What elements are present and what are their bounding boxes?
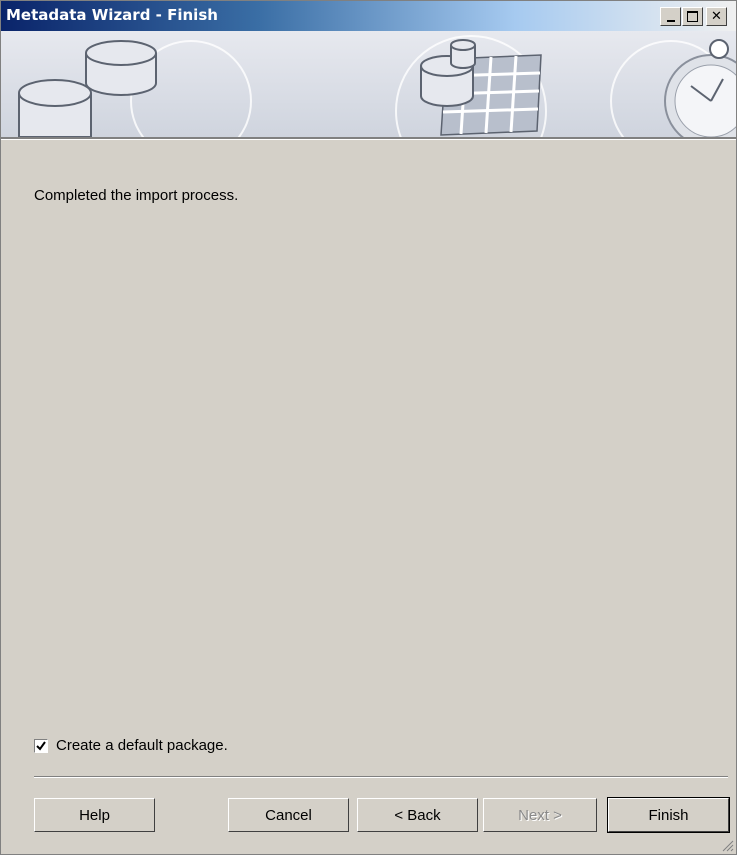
default-package-option[interactable]: Create a default package. [34, 737, 228, 754]
resize-grip-icon[interactable] [722, 840, 734, 852]
minimize-icon [666, 19, 675, 22]
metadata-wizard-window: Metadata Wizard - Finish ✕ Completed the… [0, 0, 737, 855]
title-bar[interactable]: Metadata Wizard - Finish ✕ [1, 1, 736, 31]
maximize-icon [687, 11, 698, 22]
cancel-button[interactable]: Cancel [228, 798, 349, 832]
clock-icon [664, 39, 736, 148]
default-package-checkbox[interactable] [34, 738, 48, 753]
checkmark-icon [36, 740, 46, 751]
close-icon: ✕ [711, 9, 722, 24]
window-title: Metadata Wizard - Finish [6, 6, 218, 24]
help-button[interactable]: Help [34, 798, 155, 832]
banner-divider [1, 137, 736, 140]
minimize-button[interactable] [660, 7, 681, 26]
default-package-label: Create a default package. [56, 737, 228, 754]
finish-button[interactable]: Finish [607, 797, 730, 833]
maximize-button[interactable] [682, 7, 703, 26]
wizard-banner [1, 31, 736, 187]
close-button[interactable]: ✕ [706, 7, 727, 26]
banner-illustration [18, 35, 736, 187]
button-separator [34, 776, 728, 778]
status-message: Completed the import process. [34, 187, 239, 204]
next-button[interactable]: Next > [483, 798, 597, 832]
back-button[interactable]: < Back [357, 798, 478, 832]
